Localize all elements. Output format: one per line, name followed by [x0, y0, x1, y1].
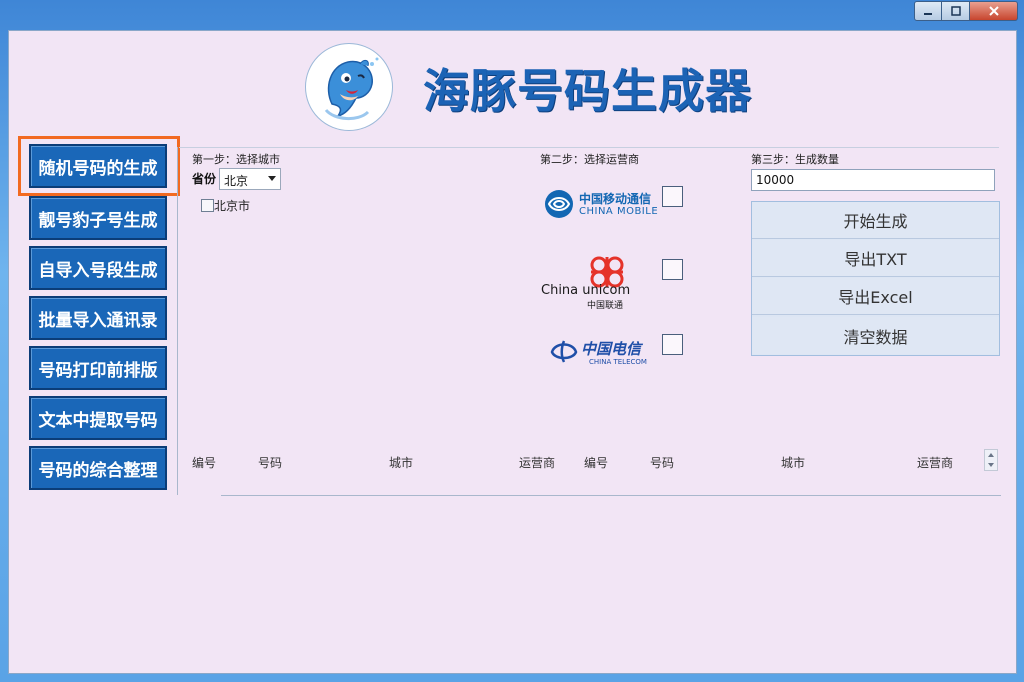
- china-telecom-icon: [550, 340, 578, 363]
- export-txt-button[interactable]: 导出TXT: [752, 240, 999, 277]
- col-header-number: 号码: [258, 456, 283, 470]
- province-select[interactable]: 北京: [219, 168, 281, 190]
- china-telecom-en: CHINA TELECOM: [589, 358, 647, 366]
- china-mobile-logo: 中国移动通信 CHINA MOBILE: [543, 186, 663, 222]
- col-header-city: 城市: [389, 456, 414, 470]
- dolphin-logo: [305, 43, 393, 131]
- col-header-id-2: 编号: [584, 456, 609, 470]
- china-unicom-cn: 中国联通: [587, 301, 624, 311]
- china-telecom-logo: 中国电信 CHINA TELECOM: [549, 336, 649, 370]
- col-header-city-2: 城市: [781, 456, 806, 470]
- china-unicom-checkbox[interactable]: [662, 259, 683, 280]
- china-mobile-cn: 中国移动通信: [579, 192, 652, 206]
- divider-vertical: [177, 147, 178, 495]
- window-controls: [914, 1, 1020, 23]
- dolphin-icon: [310, 48, 390, 128]
- quantity-input[interactable]: [751, 169, 995, 191]
- divider-bottom: [221, 495, 1001, 496]
- chevron-down-icon: [268, 176, 276, 181]
- minimize-icon: [924, 13, 932, 15]
- china-mobile-icon: [545, 190, 573, 218]
- china-mobile-en: CHINA MOBILE: [579, 206, 659, 217]
- city-option-beijing[interactable]: 北京市: [201, 197, 250, 214]
- start-generate-button[interactable]: 开始生成: [752, 202, 999, 239]
- spinner-arrows-icon: [988, 453, 994, 467]
- nav-organize-numbers[interactable]: 号码的综合整理: [29, 446, 167, 490]
- china-telecom-checkbox[interactable]: [662, 334, 683, 355]
- nav-import-segment[interactable]: 自导入号段生成: [29, 246, 167, 290]
- divider-top: [179, 147, 999, 148]
- china-telecom-cn: 中国电信: [581, 340, 642, 358]
- step1-title: 第一步：选择城市: [192, 153, 280, 166]
- province-value: 北京: [224, 174, 249, 188]
- client-area: 海豚号码生成器 随机号码的生成 靓号豹子号生成 自导入号段生成 批量导入通讯录 …: [8, 30, 1017, 674]
- col-header-id: 编号: [192, 456, 217, 470]
- china-mobile-checkbox[interactable]: [662, 186, 683, 207]
- city-checkbox[interactable]: [201, 199, 214, 212]
- step3-title: 第三步：生成数量: [751, 153, 839, 166]
- nav-extract-text[interactable]: 文本中提取号码: [29, 396, 167, 440]
- nav-random-generate[interactable]: 随机号码的生成: [29, 144, 167, 188]
- province-label: 省份: [192, 172, 217, 186]
- nav-vanity-number[interactable]: 靓号豹子号生成: [29, 196, 167, 240]
- city-option-label: 北京市: [214, 199, 251, 213]
- col-header-operator-2: 运营商: [917, 456, 954, 470]
- china-unicom-en: China unicom: [541, 283, 631, 298]
- table-scroll-spinner[interactable]: [984, 449, 998, 471]
- export-excel-button[interactable]: 导出Excel: [752, 278, 999, 315]
- app-title: 海豚号码生成器: [423, 64, 752, 118]
- maximize-icon: [950, 6, 961, 16]
- maximize-button[interactable]: [942, 1, 970, 21]
- col-header-operator: 运营商: [519, 456, 556, 470]
- clear-data-button[interactable]: 清空数据: [752, 317, 999, 354]
- nav-batch-contacts[interactable]: 批量导入通讯录: [29, 296, 167, 340]
- nav-print-layout[interactable]: 号码打印前排版: [29, 346, 167, 390]
- col-header-number-2: 号码: [650, 456, 675, 470]
- step2-title: 第二步：选择运营商: [540, 153, 639, 166]
- china-unicom-logo: China unicom 中国联通: [541, 253, 641, 311]
- minimize-button[interactable]: [914, 1, 942, 21]
- close-button[interactable]: [970, 1, 1018, 21]
- close-icon: [988, 6, 999, 16]
